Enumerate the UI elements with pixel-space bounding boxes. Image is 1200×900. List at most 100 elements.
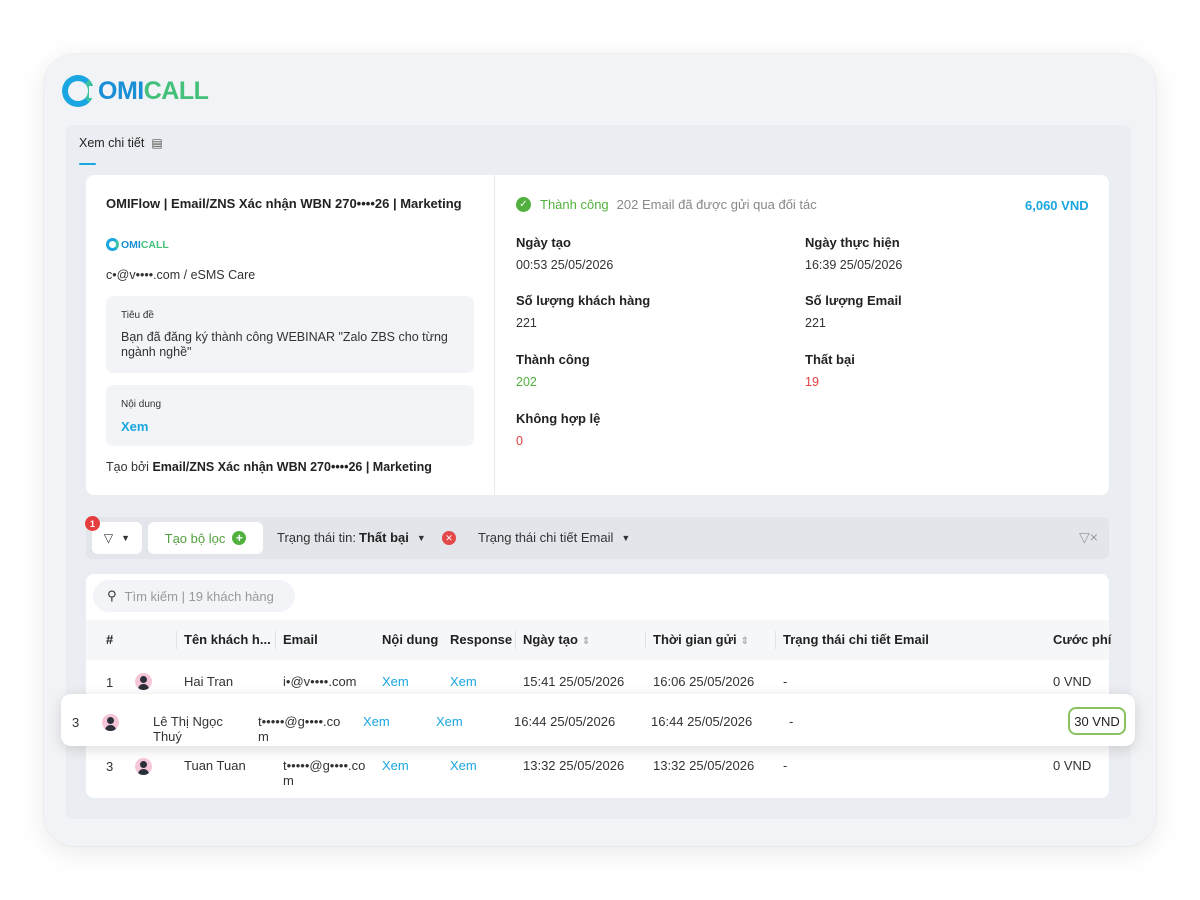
column-header-index: # <box>106 632 114 647</box>
message-status-filter[interactable]: Trạng thái tin: Thất bại ▼ <box>277 530 426 545</box>
customer-email: i•@v••••.com <box>283 674 357 689</box>
campaign-title: OMIFlow | Email/ZNS Xác nhận WBN 270••••… <box>106 196 462 211</box>
chevron-down-icon: ▼ <box>121 533 131 543</box>
column-header-created-date[interactable]: Ngày tạo ⇕ <box>523 632 590 647</box>
executed-date-value: 16:39 25/05/2026 <box>805 258 903 272</box>
column-header-sent-time-label: Thời gian gửi <box>653 632 737 647</box>
column-header-email-detail-status[interactable]: Trạng thái chi tiết Email <box>783 632 929 647</box>
customer-email: t•••••@g••••.com <box>258 714 341 744</box>
column-header-cost[interactable]: Cước phí <box>1053 632 1111 647</box>
executed-date-label: Ngày thực hiện <box>805 235 900 250</box>
subject-box: Tiêu đề Bạn đã đăng ký thành công WEBINA… <box>106 296 474 373</box>
view-response-link[interactable]: Xem <box>450 674 477 689</box>
subject-label: Tiêu đề <box>121 310 154 321</box>
email-detail-status-filter[interactable]: Trạng thái chi tiết Email ▼ <box>478 530 630 545</box>
content-label: Nội dung <box>121 399 162 410</box>
email-detail-status-filter-label: Trạng thái chi tiết Email <box>478 530 614 545</box>
customer-name: Tuan Tuan <box>184 758 246 773</box>
create-filter-label: Tạo bộ lọc <box>164 530 226 546</box>
plus-circle-icon: + <box>232 531 247 545</box>
sort-icon[interactable]: ⇕ <box>741 636 749 647</box>
customers-label: Số lượng khách hàng <box>516 293 651 308</box>
view-content-link[interactable]: Xem <box>363 714 390 729</box>
tab-view-detail[interactable]: Xem chi tiết ▤ <box>79 136 163 150</box>
tab-label: Xem chi tiết <box>79 136 145 150</box>
avatar <box>135 758 152 775</box>
created-time: 15:41 25/05/2026 <box>523 674 625 689</box>
logo-ring-icon <box>62 75 96 107</box>
search-input[interactable]: ⚲ Tìm kiếm | 19 khách hàng <box>93 580 295 612</box>
sent-time: 16:44 25/05/2026 <box>651 714 753 729</box>
created-by-name: Email/ZNS Xác nhận WBN 270••••26 | Marke… <box>152 460 432 474</box>
customer-email: t•••••@g••••.com <box>283 758 366 788</box>
avatar <box>135 673 152 690</box>
message-status-filter-label: Trạng thái tin: <box>277 530 357 545</box>
view-response-link[interactable]: Xem <box>436 714 463 729</box>
sender-brand-logo: OMICALL <box>106 238 169 251</box>
created-time: 16:44 25/05/2026 <box>514 714 616 729</box>
filter-funnel-icon: ▽ <box>103 531 114 545</box>
status-label: Thành công <box>540 197 609 212</box>
send-status: ✓ Thành công 202 Email đã được gửi qua đ… <box>516 197 817 212</box>
check-circle-icon: ✓ <box>516 197 531 212</box>
search-placeholder: Tìm kiếm | 19 khách hàng <box>124 588 274 604</box>
column-header-name[interactable]: Tên khách h... <box>184 632 271 647</box>
filter-dropdown-button[interactable]: ▽ ▼ <box>92 522 142 554</box>
mini-logo-omi: OMI <box>121 238 141 251</box>
email-detail-status: - <box>783 758 788 773</box>
failed-label: Thất bại <box>805 352 855 367</box>
card-divider <box>494 175 495 495</box>
column-header-sent-time[interactable]: Thời gian gửi ⇕ <box>653 632 749 647</box>
invalid-value: 0 <box>516 434 523 448</box>
column-header-content[interactable]: Nội dung <box>382 632 438 647</box>
highlighted-cost: 30 VND <box>1068 707 1126 735</box>
row-index: 1 <box>106 675 114 690</box>
created-date-label: Ngày tạo <box>516 235 571 250</box>
column-separator <box>176 631 177 649</box>
logo-text-call: CALL <box>143 76 209 105</box>
success-value: 202 <box>516 375 537 389</box>
view-content-link[interactable]: Xem <box>121 419 148 434</box>
total-cost: 6,060 VND <box>1025 198 1089 213</box>
created-by-prefix: Tạo bởi <box>106 460 149 474</box>
view-content-link[interactable]: Xem <box>382 758 409 773</box>
search-icon: ⚲ <box>107 588 117 603</box>
sent-time: 16:06 25/05/2026 <box>653 674 755 689</box>
filter-count-badge: 1 <box>85 516 100 531</box>
created-time: 13:32 25/05/2026 <box>523 758 625 773</box>
column-separator <box>515 631 516 649</box>
success-label: Thành công <box>516 352 590 367</box>
omicall-logo: OMICALL <box>62 74 209 108</box>
chevron-down-icon: ▼ <box>621 532 631 543</box>
view-content-link[interactable]: Xem <box>382 674 409 689</box>
chevron-down-icon: ▼ <box>416 532 426 543</box>
column-header-email[interactable]: Email <box>283 632 318 647</box>
tab-active-indicator <box>79 163 96 165</box>
email-detail-status: - <box>789 714 794 729</box>
column-separator <box>275 631 276 649</box>
row-index: 3 <box>72 715 80 730</box>
clear-all-filters-icon[interactable]: ▽× <box>1079 529 1098 546</box>
invalid-label: Không hợp lệ <box>516 411 601 426</box>
content-box: Nội dung Xem <box>106 385 474 446</box>
avatar <box>102 714 119 731</box>
cost: 0 VND <box>1053 758 1092 773</box>
subject-text: Bạn đã đăng ký thành công WEBINAR "Zalo … <box>121 330 448 359</box>
column-header-response[interactable]: Response <box>450 632 512 647</box>
customer-name: Hai Tran <box>184 674 234 689</box>
created-by: Tạo bởi Email/ZNS Xác nhận WBN 270••••26… <box>106 460 432 474</box>
created-date-value: 00:53 25/05/2026 <box>516 258 614 272</box>
customers-value: 221 <box>516 316 537 330</box>
emails-label: Số lượng Email <box>805 293 902 308</box>
sort-icon[interactable]: ⇕ <box>582 636 590 647</box>
message-status-filter-value: Thất bại <box>359 530 409 545</box>
view-response-link[interactable]: Xem <box>450 758 477 773</box>
column-separator <box>775 631 776 649</box>
clear-status-filter-icon[interactable]: ✕ <box>442 531 456 545</box>
create-filter-button[interactable]: Tạo bộ lọc + <box>148 522 263 554</box>
failed-value: 19 <box>805 375 819 389</box>
logo-text-omi: OMI <box>98 76 144 105</box>
column-separator <box>645 631 646 649</box>
row-index: 3 <box>106 759 114 774</box>
document-icon: ▤ <box>151 136 163 150</box>
